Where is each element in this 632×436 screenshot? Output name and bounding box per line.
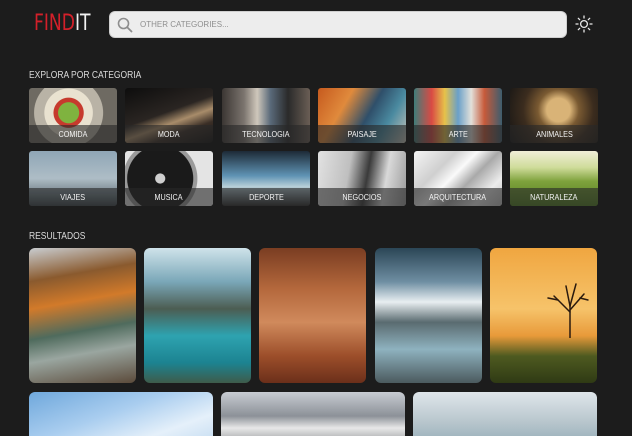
category-card-musica[interactable]: MUSICA — [125, 151, 213, 206]
category-label: TECNOLOGIA — [242, 129, 290, 139]
result-image-5[interactable] — [490, 248, 597, 383]
search-input[interactable] — [140, 20, 540, 29]
result-image-4[interactable] — [375, 248, 482, 383]
category-card-viajes[interactable]: VIAJES — [29, 151, 117, 206]
category-label: VIAJES — [60, 192, 86, 202]
results-heading: RESULTADOS — [29, 231, 86, 242]
sun-icon[interactable] — [575, 15, 593, 33]
category-card-negocios[interactable]: NEGOCIOS — [318, 151, 406, 206]
search-icon[interactable] — [116, 16, 134, 34]
category-card-deporte[interactable]: DEPORTE — [222, 151, 310, 206]
category-card-paisaje[interactable]: PAISAJE — [318, 88, 406, 143]
category-label: MUSICA — [154, 192, 184, 202]
logo-part-it: IT — [74, 11, 91, 36]
logo-part-find: FIND — [34, 11, 75, 36]
category-label: PAISAJE — [347, 129, 377, 139]
category-label: DEPORTE — [248, 192, 284, 202]
category-card-arte[interactable]: ARTE — [414, 88, 502, 143]
result-image-7[interactable] — [221, 392, 405, 436]
categories-heading: EXPLORA POR CATEGORIA — [29, 70, 142, 81]
result-image-3[interactable] — [259, 248, 366, 383]
category-label: COMIDA — [58, 129, 88, 139]
result-image-6[interactable] — [29, 392, 213, 436]
category-card-animales[interactable]: ANIMALES — [510, 88, 598, 143]
category-card-comida[interactable]: COMIDA — [29, 88, 117, 143]
category-card-moda[interactable]: MODA — [125, 88, 213, 143]
category-label: MODA — [158, 129, 180, 139]
result-image-2[interactable] — [144, 248, 251, 383]
category-label: ARQUITECTURA — [429, 192, 487, 202]
category-card-tecnologia[interactable]: TECNOLOGIA — [222, 88, 310, 143]
result-image-8[interactable] — [413, 392, 597, 436]
search-bar — [110, 12, 566, 37]
category-label: NEGOCIOS — [342, 192, 382, 202]
category-label: ANIMALES — [535, 129, 573, 139]
result-image-1[interactable] — [29, 248, 136, 383]
tree-silhouette — [547, 283, 589, 338]
category-label: NATURALEZA — [530, 192, 578, 202]
category-card-naturaleza[interactable]: NATURALEZA — [510, 151, 598, 206]
category-card-arquitectura[interactable]: ARQUITECTURA — [414, 151, 502, 206]
app-logo[interactable]: FINDIT — [34, 11, 91, 36]
category-label: ARTE — [448, 129, 468, 139]
